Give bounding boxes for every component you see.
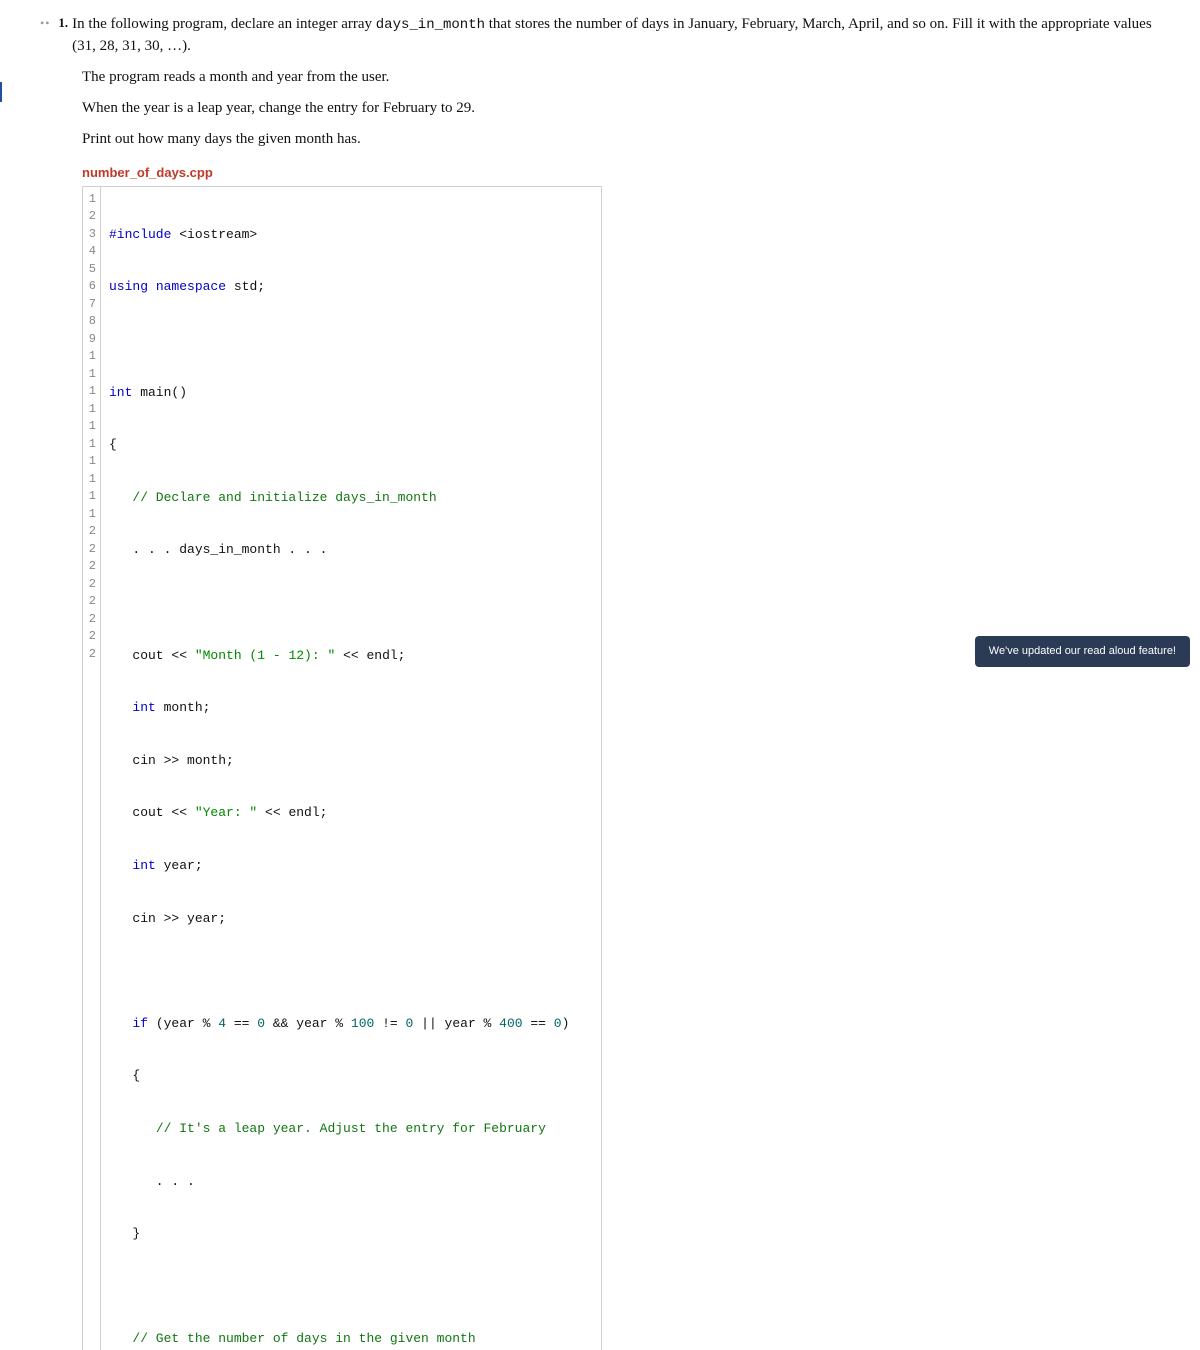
p1-inline-code: days_in_month bbox=[376, 17, 485, 33]
notification-toast[interactable]: We've updated our read aloud feature! bbox=[975, 636, 1190, 667]
text-cursor-mark bbox=[0, 82, 10, 102]
code-block: 123456789111111111122222222 #include <io… bbox=[82, 186, 602, 1350]
code-content: #include <iostream> using namespace std;… bbox=[101, 187, 579, 1350]
problem-number: 1. bbox=[58, 14, 68, 32]
difficulty-dots: •• bbox=[40, 15, 50, 32]
toast-text: We've updated our read aloud feature! bbox=[989, 645, 1176, 657]
problem-paragraph-3: When the year is a leap year, change the… bbox=[82, 98, 1160, 119]
problem-paragraph-1: •• 1. In the following program, declare … bbox=[40, 14, 1160, 57]
source-filename: number_of_days.cpp bbox=[82, 164, 1160, 182]
problem-paragraph-2: The program reads a month and year from … bbox=[82, 67, 1160, 88]
problem-paragraph-4: Print out how many days the given month … bbox=[82, 129, 1160, 150]
line-number-gutter: 123456789111111111122222222 bbox=[83, 187, 101, 1350]
p1-text-a: In the following program, declare an int… bbox=[72, 16, 376, 32]
